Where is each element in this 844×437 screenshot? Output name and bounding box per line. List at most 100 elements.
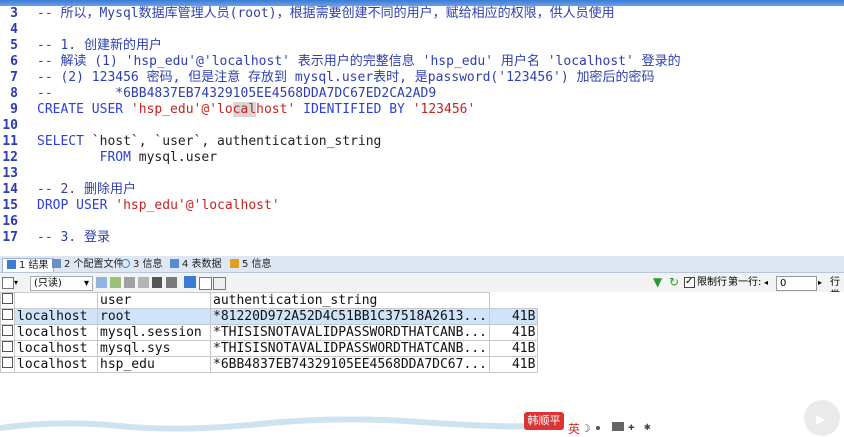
row-selector[interactable] (0, 356, 15, 373)
chevron-down-icon: ▾ (83, 278, 89, 289)
line-number: 16 (2, 214, 18, 229)
tab-table-data[interactable]: 4 表数据 (170, 258, 222, 271)
play-icon: ▶ (816, 409, 826, 428)
tool-icon[interactable]: ✚ (628, 420, 635, 433)
column-header-user[interactable]: user (97, 292, 211, 309)
spin-left-icon[interactable]: ◂ (764, 276, 768, 289)
grid-view-icon[interactable] (184, 276, 196, 288)
code-text[interactable]: -- 2. 删除用户 (37, 182, 136, 198)
cell-size[interactable]: 41B (488, 324, 539, 341)
code-text[interactable]: -- 所以，Mysql数据库管理人员(root)，根据需要创建不同的用户，赋给相… (37, 6, 615, 22)
row-selector-header[interactable] (0, 292, 15, 309)
keyword-token: FROM (37, 150, 139, 165)
settings-icon[interactable]: ✱ (644, 420, 651, 433)
line-number: 8 (10, 86, 18, 101)
line-number: 14 (2, 182, 18, 197)
cell-user[interactable]: hsp_edu (97, 356, 211, 373)
tab-info-2[interactable]: 5 信息 (230, 258, 272, 271)
cell-size[interactable]: 41B (488, 340, 539, 357)
checkbox[interactable] (2, 309, 13, 320)
limit-rows-checkbox[interactable]: ✓ (684, 276, 695, 288)
keyboard-icon[interactable] (612, 422, 624, 431)
grid-mode-icon[interactable] (2, 277, 14, 289)
moon-icon[interactable]: ☽ (584, 422, 591, 435)
cell-auth[interactable]: *6BB4837EB74329105EE4568DDA7DC67... (210, 356, 490, 373)
tab-profile[interactable]: 2 个配置文件 (52, 258, 124, 271)
readonly-select[interactable]: (只读) ▾ (30, 276, 93, 291)
checkbox[interactable] (2, 325, 13, 336)
save-icon[interactable] (138, 277, 149, 288)
cell-size[interactable]: 41B (488, 308, 539, 325)
play-button[interactable]: ▶ (804, 400, 840, 436)
tab-info[interactable]: 3 信息 (121, 258, 163, 271)
result-tabs: 1 结果 2 个配置文件 3 信息 4 表数据 5 信息 (0, 256, 844, 273)
cell-user[interactable]: root (97, 308, 211, 325)
code-text[interactable]: -- 3. 登录 (37, 230, 110, 246)
cell-host[interactable]: localhost (14, 340, 98, 357)
cell-host[interactable]: localhost (14, 308, 98, 325)
result-toolbar: ▾ (只读)▾ ▼ ↻ ✓ 限制行 第一行: ◂ 0 ▸ 行娄 (0, 273, 844, 301)
table-icon (170, 259, 179, 268)
keyword-token: SELECT (37, 134, 92, 149)
table-row[interactable]: localhost root *81220D972A52D4C51BB1C37518… (0, 308, 539, 325)
code-text[interactable]: FROM mysql.user (37, 150, 217, 166)
cell-auth[interactable]: *81220D972A52D4C51BB1C37518A2613... (210, 308, 490, 325)
author-badge: 韩顺平 (524, 412, 564, 430)
code-text[interactable]: -- 解读 (1) 'hsp_edu'@'localhost' 表示用户的完整信… (37, 54, 681, 70)
column-header-host[interactable]: host (14, 292, 98, 309)
rows-label: 行娄 (830, 277, 840, 301)
export-icon[interactable] (96, 277, 107, 288)
cell-host[interactable]: localhost (14, 356, 98, 373)
checkbox[interactable] (2, 341, 13, 352)
code-text[interactable]: CREATE USER 'hsp_edu'@'localhost' IDENTI… (37, 102, 475, 118)
sql-editor[interactable]: 3 -- 所以，Mysql数据库管理人员(root)，根据需要创建不同的用户，赋给… (0, 6, 844, 254)
checkbox[interactable] (2, 293, 13, 304)
line-number: 3 (10, 6, 18, 21)
copy-icon[interactable] (124, 277, 135, 288)
line-number: 4 (10, 22, 18, 37)
comment-token: -- 2. 删除用户 (37, 182, 136, 197)
comment-token: -- *6BB4837EB74329105EE4568DDA7DC67ED2CA… (37, 86, 437, 101)
cell-auth[interactable]: *THISISNOTAVALIDPASSWORDTHATCANB... (210, 324, 490, 341)
row-selector[interactable] (0, 324, 15, 341)
import-icon[interactable] (110, 277, 121, 288)
comment-token: -- (2) 123456 密码, 但是注意 存放到 mysql.user表时,… (37, 70, 655, 85)
code-text[interactable]: -- *6BB4837EB74329105EE4568DDA7DC67ED2CA… (37, 86, 436, 102)
table-row[interactable]: localhost mysql.session *THISISNOTAVALIDPA… (0, 324, 539, 341)
ime-indicator[interactable]: 英 (568, 420, 580, 437)
line-number: 17 (2, 230, 18, 245)
comment-token: -- 所以，Mysql数据库管理人员(root)，根据需要创建不同的用户，赋给相… (37, 6, 615, 21)
filter-icon[interactable]: ▼ (653, 276, 662, 289)
code-text[interactable]: -- 1. 创建新的用户 (37, 38, 162, 54)
comment-token: -- 3. 登录 (37, 230, 110, 245)
cell-user[interactable]: mysql.session (97, 324, 211, 341)
first-row-label: 第一行: (728, 277, 762, 288)
delete-icon[interactable] (152, 277, 162, 288)
cell-host[interactable]: localhost (14, 324, 98, 341)
line-number: 9 (10, 102, 18, 117)
text-view-icon[interactable] (213, 277, 226, 290)
dropdown-arrow-icon[interactable]: ▾ (14, 276, 18, 289)
line-number: 10 (2, 118, 18, 133)
tab-result[interactable]: 1 结果 (2, 258, 54, 272)
row-selector[interactable] (0, 340, 15, 357)
line-number: 15 (2, 198, 18, 213)
table-row[interactable]: localhost mysql.sys *THISISNOTAVALIDPASSWO… (0, 340, 539, 357)
cell-auth[interactable]: *THISISNOTAVALIDPASSWORDTHATCANB... (210, 340, 490, 357)
refresh-icon[interactable]: ↻ (669, 276, 679, 289)
keyword-token: IDENTIFIED BY (295, 102, 413, 117)
table-row[interactable]: localhost hsp_edu *6BB4837EB74329105EE4568… (0, 356, 539, 373)
profile-icon (52, 259, 61, 268)
code-text[interactable]: DROP USER 'hsp_edu'@'localhost' (37, 198, 280, 214)
spin-icon[interactable]: ▸ (818, 276, 822, 289)
cell-size[interactable]: 41B (488, 356, 539, 373)
cell-user[interactable]: mysql.sys (97, 340, 211, 357)
checkbox[interactable] (2, 357, 13, 368)
refresh-grid-icon[interactable] (166, 277, 177, 288)
first-row-input[interactable]: 0 (776, 276, 817, 291)
code-text[interactable]: SELECT `host`, `user`, authentication_st… (37, 134, 381, 150)
row-selector[interactable] (0, 308, 15, 325)
code-text[interactable]: -- (2) 123456 密码, 但是注意 存放到 mysql.user表时,… (37, 70, 655, 86)
column-header-auth[interactable]: authentication_string (210, 292, 490, 309)
form-view-icon[interactable] (199, 277, 212, 290)
